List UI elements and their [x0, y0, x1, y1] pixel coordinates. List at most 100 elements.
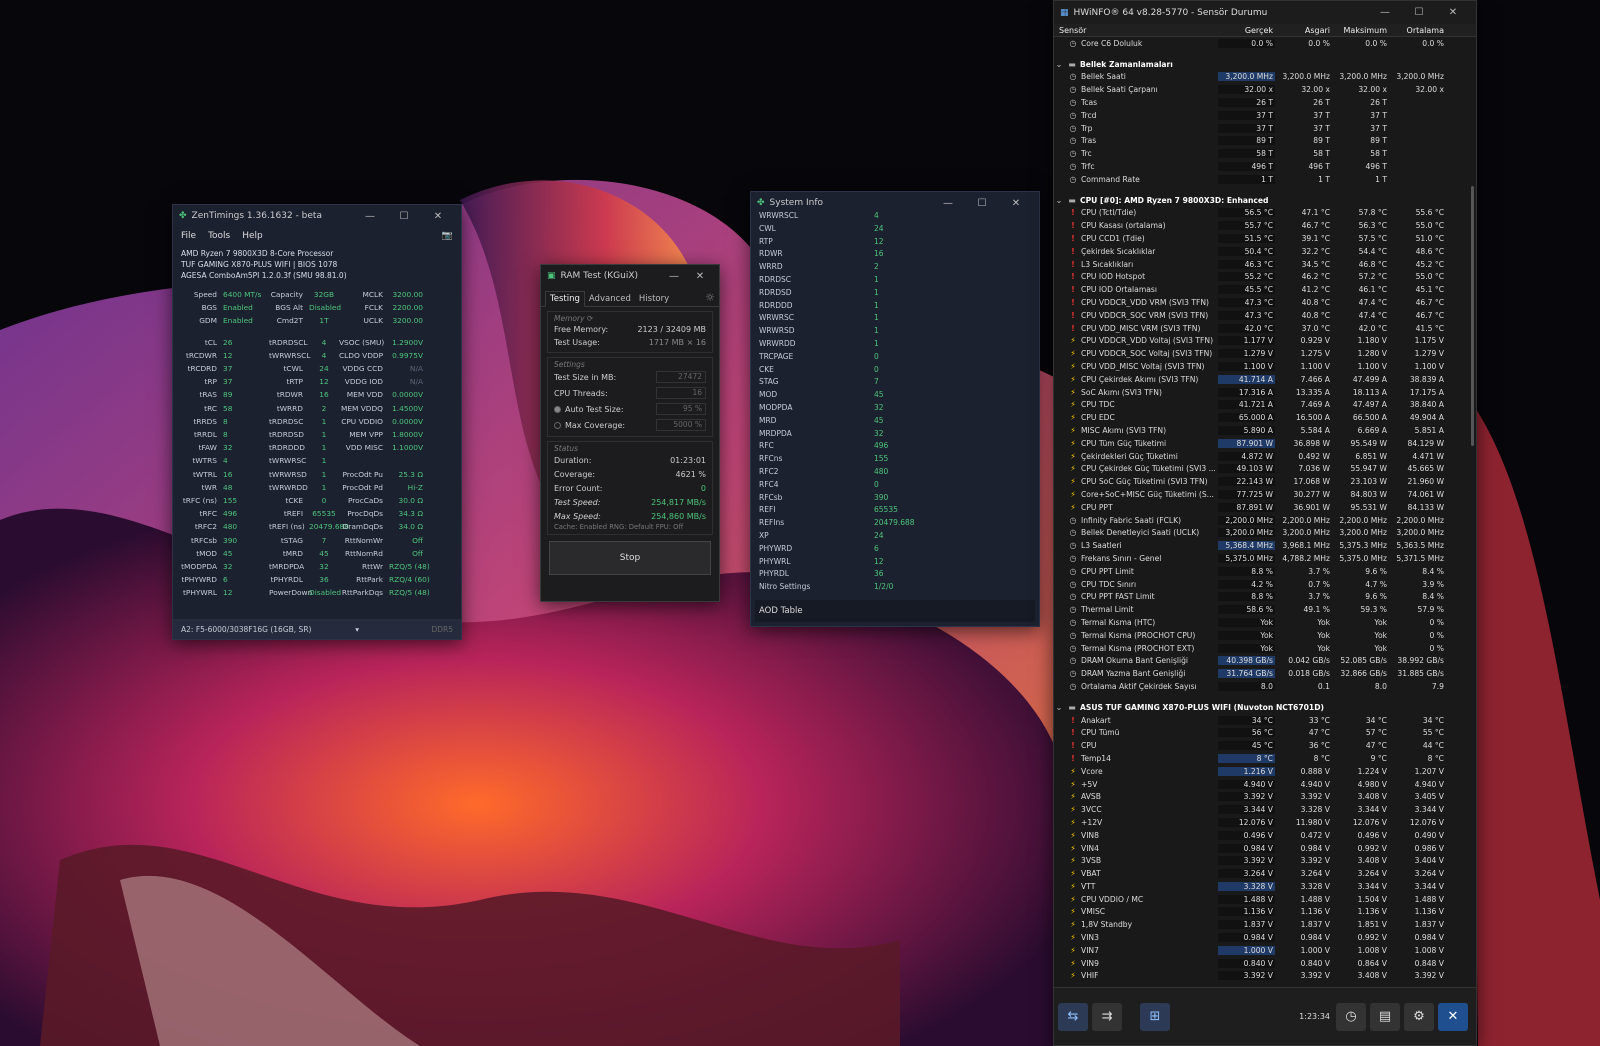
- col-max[interactable]: Maksimum: [1332, 26, 1389, 35]
- menu-help[interactable]: Help: [242, 231, 263, 241]
- sensor-row: ⚡ CPU VDDCR_VDD Voltaj (SVI3 TFN) 1.177 V 0…: [1054, 335, 1476, 348]
- sysinfo-row: RFCns 155: [759, 453, 1031, 466]
- close-button[interactable]: ✕: [687, 271, 713, 282]
- sensor-name: Çekirdek Sıcaklıklar: [1081, 246, 1156, 256]
- sensor-value: 47.1 °C: [1301, 208, 1330, 218]
- timing-label: tRDWR: [276, 390, 303, 400]
- timing-value: Enabled: [223, 316, 253, 326]
- sysinfo-value: 20479.688: [874, 518, 915, 528]
- timing-row: tRFC (ns) 155 tCKE 0 ProcCaDs 30.0 Ω: [179, 494, 455, 507]
- sensor-value: 496 T: [1365, 162, 1387, 172]
- max-coverage-radio[interactable]: [554, 421, 561, 429]
- timing-value: 2: [321, 403, 327, 413]
- timing-label: tMODPDA: [181, 562, 217, 572]
- temperature-icon: !: [1071, 741, 1075, 751]
- maximize-button[interactable]: ☐: [387, 211, 421, 222]
- minimize-button[interactable]: —: [661, 271, 687, 282]
- col-sensor[interactable]: Sensör: [1054, 26, 1218, 35]
- report-icon[interactable]: ▤: [1370, 1002, 1400, 1031]
- minimize-button[interactable]: —: [1368, 7, 1402, 18]
- sensor-name-cell: ⚡ Core+SoC+MISC Güç Tüketimi (S...: [1054, 490, 1218, 499]
- arrows-left-right-icon[interactable]: ⇆: [1058, 1002, 1088, 1031]
- menu-file[interactable]: File: [181, 231, 196, 241]
- scrollbar[interactable]: [1471, 186, 1474, 446]
- sensor-value: 3,200.0 MHz: [1218, 72, 1275, 82]
- sensor-value: 65.000 A: [1218, 413, 1275, 423]
- maximize-button[interactable]: ☐: [965, 198, 999, 209]
- sensor-value: 3.392 V: [1300, 792, 1330, 802]
- sysinfo-value: 390: [874, 492, 889, 502]
- sensor-value: 1.488 V: [1218, 894, 1275, 904]
- sensor-name: Command Rate: [1081, 174, 1140, 184]
- max-coverage-input[interactable]: 5000 %: [656, 419, 706, 431]
- stop-button[interactable]: Stop: [549, 541, 711, 575]
- sensor-value: 3.344 V: [1218, 805, 1275, 815]
- timing-value: 45: [319, 548, 329, 558]
- sensor-group[interactable]: ⌄ ▬ CPU [#0]: AMD Ryzen 7 9800X3D: Enhance…: [1054, 194, 1476, 207]
- hwinfo-window: ▦ HWiNFO® 64 v8.28-5770 - Sensör Durumu …: [1053, 0, 1477, 1046]
- col-min[interactable]: Asgari: [1275, 26, 1332, 35]
- cpu-name: AMD Ryzen 7 9800X3D 8-Core Processor: [181, 249, 334, 258]
- sensor-name-cell: ! Çekirdek Sıcaklıklar: [1054, 247, 1218, 256]
- clock-icon[interactable]: ◷: [1336, 1002, 1366, 1031]
- arrows-collapse-icon[interactable]: ⇉: [1092, 1002, 1122, 1031]
- gear-icon[interactable]: ☼: [705, 291, 715, 306]
- auto-test-size-radio[interactable]: [554, 405, 561, 413]
- minimize-button[interactable]: —: [353, 211, 387, 222]
- sensor-row: ◷ DRAM Yazma Bant Genişliği 31.764 GB/s 0.0…: [1054, 667, 1476, 680]
- sensor-name: CPU VDD_MISC Voltaj (SVI3 TFN): [1081, 362, 1205, 372]
- col-current[interactable]: Gerçek: [1218, 26, 1275, 35]
- close-button[interactable]: ✕: [421, 211, 455, 222]
- col-avg[interactable]: Ortalama: [1389, 26, 1446, 35]
- close-x-icon[interactable]: ✕: [1438, 1002, 1468, 1031]
- dimm-select[interactable]: A2: F5-6000/3038F16G (16GB, SR) ▾: [181, 625, 359, 634]
- tab-history[interactable]: History: [635, 292, 673, 306]
- timing-value: 0.0000V: [392, 390, 423, 400]
- close-button[interactable]: ✕: [999, 198, 1033, 209]
- sensor-value: 1 T: [1218, 174, 1275, 184]
- sysinfo-row: RDWR 16: [759, 248, 1031, 261]
- sensor-value: 1.280 V: [1357, 349, 1387, 359]
- sensor-value: 0.1: [1317, 681, 1330, 691]
- chevron-down-icon[interactable]: ⌄: [1054, 703, 1064, 712]
- maximize-button[interactable]: ☐: [1402, 7, 1436, 18]
- sensor-value: 8.0: [1374, 681, 1387, 691]
- tab-testing[interactable]: Testing: [545, 291, 585, 307]
- timing-value: 155: [223, 496, 238, 506]
- timing-label: tRDRDDD: [269, 443, 305, 453]
- max-speed-value: 254,860 MB/s: [651, 511, 706, 521]
- auto-test-size-input[interactable]: 95 %: [656, 403, 706, 415]
- menu-tools[interactable]: Tools: [208, 231, 230, 241]
- sysinfo-key: RDWR: [759, 249, 783, 259]
- sensor-group[interactable]: ⌄ ▬ ASUS TUF GAMING X870-PLUS WIFI (Nuvoto…: [1054, 701, 1476, 714]
- sensor-value: 49.1 %: [1303, 605, 1330, 615]
- chevron-down-icon[interactable]: ⌄: [1054, 196, 1064, 205]
- max-coverage-label: Max Coverage:: [565, 420, 626, 430]
- chevron-down-icon[interactable]: ⌄: [1054, 60, 1064, 69]
- minimize-button[interactable]: —: [931, 198, 965, 209]
- sensor-value: 1.136 V: [1300, 907, 1330, 917]
- timing-value: RZQ/4 (60): [389, 575, 430, 585]
- sensor-name-cell: ! CPU IOD Ortalaması: [1054, 285, 1218, 294]
- refresh-icon[interactable]: ⟳: [587, 314, 593, 323]
- camera-icon[interactable]: 📷: [442, 231, 453, 241]
- sensor-value: 32.00 x: [1358, 85, 1387, 95]
- network-icon[interactable]: ⊞: [1140, 1002, 1170, 1031]
- close-button[interactable]: ✕: [1436, 7, 1470, 18]
- test-size-input[interactable]: 27472: [656, 371, 706, 383]
- sensor-name-cell: ⚡ AVSB: [1054, 792, 1218, 801]
- gear-icon[interactable]: ⚙: [1404, 1002, 1434, 1031]
- cpu-threads-input[interactable]: 16: [656, 387, 706, 399]
- clock-icon: ◷: [1069, 528, 1077, 538]
- aod-table-button[interactable]: AOD Table: [755, 600, 1035, 622]
- sensor-name: CPU PPT FAST Limit: [1081, 592, 1155, 602]
- sensor-name: VIN3: [1081, 933, 1099, 943]
- sensor-name: CPU PPT Limit: [1081, 566, 1134, 576]
- tab-advanced[interactable]: Advanced: [585, 292, 635, 306]
- sensor-value: 3.344 V: [1357, 881, 1387, 891]
- sensor-value: 0.984 V: [1218, 933, 1275, 943]
- sensor-name: L3 Sıcaklıkları: [1081, 259, 1134, 269]
- sensor-value: 0.984 V: [1300, 843, 1330, 853]
- sensor-name-cell: ! CPU VDD_MISC VRM (SVI3 TFN): [1054, 324, 1218, 333]
- sensor-group[interactable]: ⌄ ▬ Bellek Zamanlamaları: [1054, 58, 1476, 71]
